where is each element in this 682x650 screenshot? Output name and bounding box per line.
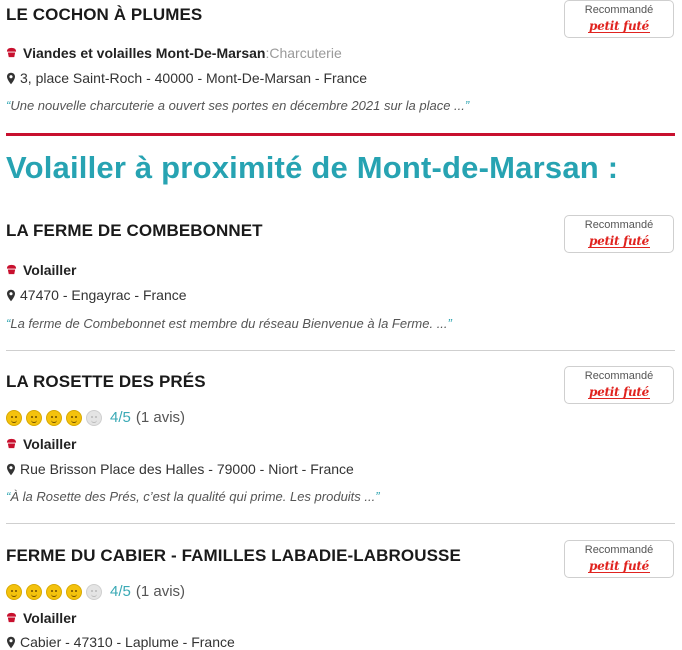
smiley-face-icon: [66, 409, 82, 426]
cupcake-icon: [6, 612, 17, 622]
section-divider: [6, 133, 675, 136]
recommended-badge: Recommandé petit futé: [564, 540, 674, 578]
listing-divider: [6, 523, 675, 524]
petit-fute-logo: petit futé: [589, 234, 649, 248]
badge-label: Recommandé: [584, 219, 654, 231]
map-pin-icon: [7, 72, 15, 84]
listing-name[interactable]: LA FERME DE COMBEBONNET: [6, 221, 263, 241]
listing-excerpt: “Une nouvelle charcuterie a ouvert ses p…: [6, 98, 469, 113]
address-line: 3, place Saint-Roch - 40000 - Mont-De-Ma…: [6, 70, 367, 86]
listing-name[interactable]: LA ROSETTE DES PRÉS: [6, 372, 206, 392]
section-title: Volailler à proximité de Mont-de-Marsan …: [6, 150, 619, 185]
address-line: Cabier - 47310 - Laplume - France: [6, 634, 235, 650]
smiley-face-icon: [46, 583, 62, 600]
smiley-face-icon: [26, 583, 42, 600]
smiley-face-icon: [26, 409, 42, 426]
listing-excerpt: “La ferme de Combebonnet est membre du r…: [6, 316, 452, 331]
smiley-face-empty-icon: [86, 583, 102, 600]
listing-divider: [6, 350, 675, 351]
rating[interactable]: 4/5 (1 avis): [6, 583, 185, 600]
category-line: Volailler: [6, 262, 76, 278]
smiley-face-icon: [66, 583, 82, 600]
badge-label: Recommandé: [584, 544, 654, 556]
smiley-face-icon: [46, 409, 62, 426]
category-line: Viandes et volailles Mont-De-Marsan : Ch…: [6, 45, 342, 61]
excerpt-text: La ferme de Combebonnet est membre du ré…: [10, 316, 448, 331]
category-line: Volailler: [6, 610, 76, 626]
smiley-face-empty-icon: [86, 409, 102, 426]
cupcake-icon: [6, 264, 17, 274]
badge-label: Recommandé: [584, 370, 654, 382]
recommended-badge: Recommandé petit futé: [564, 0, 674, 38]
results-page: LE COCHON À PLUMES Recommandé petit futé…: [0, 0, 682, 650]
category-link[interactable]: Volailler: [23, 610, 76, 626]
subcategory: Charcuterie: [269, 45, 342, 61]
listing-name[interactable]: LE COCHON À PLUMES: [6, 5, 202, 25]
category-line: Volailler: [6, 436, 76, 452]
petit-fute-logo: petit futé: [589, 385, 649, 399]
listing-name[interactable]: FERME DU CABIER - FAMILLES LABADIE-LABRO…: [6, 546, 461, 566]
cupcake-icon: [6, 47, 17, 57]
category-link[interactable]: Volailler: [23, 436, 76, 452]
address-text: Cabier - 47310 - Laplume - France: [20, 634, 235, 650]
category-link[interactable]: Volailler: [23, 262, 76, 278]
listing-excerpt: “À la Rosette des Prés, c’est la qualité…: [6, 489, 380, 504]
map-pin-icon: [7, 463, 15, 475]
smiley-face-icon: [6, 583, 22, 600]
smiley-face-icon: [6, 409, 22, 426]
excerpt-text: Une nouvelle charcuterie a ouvert ses po…: [10, 98, 465, 113]
recommended-badge: Recommandé petit futé: [564, 215, 674, 253]
review-count[interactable]: (1 avis): [136, 583, 185, 600]
close-quote: ”: [464, 98, 470, 113]
badge-label: Recommandé: [584, 4, 654, 16]
review-count[interactable]: (1 avis): [136, 409, 185, 426]
petit-fute-logo: petit futé: [589, 559, 649, 573]
recommended-badge: Recommandé petit futé: [564, 366, 674, 404]
address-text: Rue Brisson Place des Halles - 79000 - N…: [20, 461, 354, 477]
address-text: 47470 - Engayrac - France: [20, 287, 187, 303]
map-pin-icon: [7, 636, 15, 648]
address-line: 47470 - Engayrac - France: [6, 287, 187, 303]
map-pin-icon: [7, 289, 15, 301]
excerpt-text: À la Rosette des Prés, c’est la qualité …: [10, 489, 376, 504]
cupcake-icon: [6, 438, 17, 448]
address-text: 3, place Saint-Roch - 40000 - Mont-De-Ma…: [20, 70, 368, 86]
close-quote: ”: [447, 316, 452, 331]
rating-score: 4/5: [110, 409, 131, 426]
rating-score: 4/5: [110, 583, 131, 600]
address-line: Rue Brisson Place des Halles - 79000 - N…: [6, 461, 354, 477]
close-quote: ”: [375, 489, 380, 504]
petit-fute-logo: petit futé: [589, 19, 649, 33]
rating[interactable]: 4/5 (1 avis): [6, 409, 185, 426]
category-link[interactable]: Viandes et volailles Mont-De-Marsan: [23, 45, 265, 61]
